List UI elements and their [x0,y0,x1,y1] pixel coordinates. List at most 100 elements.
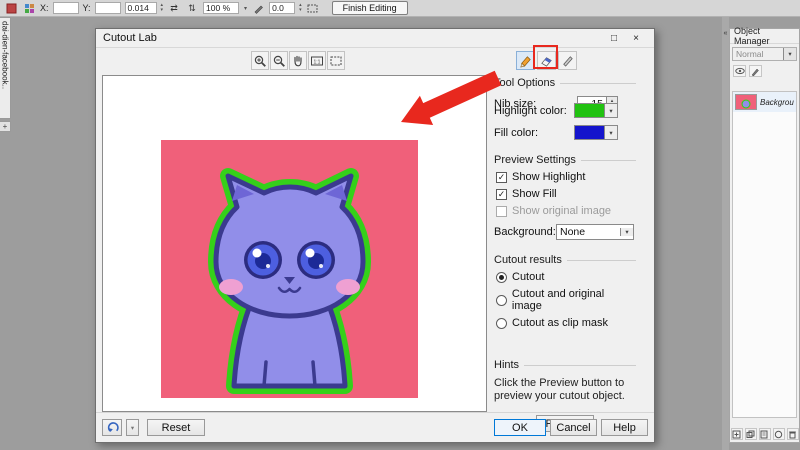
cutout-and-original-radio[interactable] [496,294,507,306]
cancel-button[interactable]: Cancel [550,419,597,436]
mask-mode-icon[interactable] [306,2,320,15]
finish-editing-button[interactable]: Finish Editing [331,1,408,15]
delete-icon[interactable] [786,428,799,440]
section-divider [566,259,636,261]
annotation-highlight-box [533,45,558,69]
close-icon[interactable]: × [625,30,647,47]
zoom-out-icon[interactable] [270,51,288,70]
show-fill-label: Show Fill [512,188,557,200]
eraser-tool-icon[interactable] [558,51,577,70]
help-button[interactable]: Help [601,419,648,436]
brush-icon[interactable] [4,2,18,15]
dialog-title: Cutout Lab [103,32,157,44]
ok-button[interactable]: OK [494,419,546,436]
dialog-toolbar: 1:1 [96,49,654,74]
chevron-down-icon[interactable]: ▾ [604,104,617,117]
screen: X: Y: 0.014 ▴ ▾ ⇄ ⇅ 100 % ▾ 0.0 ▴ ▾ Finish… [0,0,800,450]
y-position-label: Y: [82,3,91,13]
clip-mask-radio-row[interactable]: Cutout as clip mask [496,317,636,329]
chevron-down-icon[interactable]: ▾ [620,228,633,236]
show-fill-checkbox[interactable]: ✓ [496,188,507,200]
zoom-to-fit-icon[interactable] [327,51,345,70]
new-object-icon[interactable] [730,428,743,440]
show-highlight-label: Show Highlight [512,171,586,183]
palette-icon[interactable] [22,2,36,15]
cutout-and-original-label: Cutout and original image [511,288,605,312]
zoom-tool-group: 1:1 [251,51,345,70]
zoom-actual-icon[interactable]: 1:1 [308,51,326,70]
show-highlight-checkbox[interactable]: ✓ [496,171,507,183]
blend-mode-dropdown[interactable]: Normal ▾ [732,47,797,61]
cutout-radio[interactable] [496,271,507,283]
undo-button[interactable] [102,419,122,436]
show-original-checkbox [496,205,507,217]
cutout-lab-dialog: Cutout Lab □ × 1:1 Tool Options Nib size… [95,28,655,443]
layer-name: Background [760,97,794,107]
svg-text:1:1: 1:1 [314,59,321,65]
clip-mask-radio[interactable] [496,317,507,329]
blend-mode-value: Normal [736,49,764,59]
zoom-in-icon[interactable] [251,51,269,70]
angle-field[interactable]: 0.0 [269,2,296,14]
background-row: Background: None ▾ [494,224,636,240]
maximize-icon[interactable]: □ [603,30,625,47]
highlight-color-dropdown[interactable]: ▾ [574,103,618,118]
cutout-radio-row[interactable]: Cutout [496,271,636,283]
flip-vertical-icon[interactable]: ⇅ [185,2,199,15]
chevron-down-icon[interactable]: ▾ [604,126,617,139]
dialog-titlebar[interactable]: Cutout Lab □ × [96,29,654,48]
zoom-level-field[interactable]: 100 % [203,2,240,14]
cutout-results-header: Cutout results [494,254,562,266]
zoom-dropdown-icon[interactable]: ▾ [244,5,247,12]
preview-settings-section: Preview Settings [494,154,636,166]
cat-image [161,140,418,398]
size-field[interactable]: 0.014 [124,2,157,14]
panel-splitter[interactable] [722,17,729,450]
annotation-arrow [396,70,506,130]
edit-across-layers-icon[interactable] [749,65,762,77]
background-label: Background: [494,226,556,238]
show-fill-checkbox-row[interactable]: ✓ Show Fill [496,188,636,200]
object-manager-title: Object Manager [730,26,799,46]
layer-thumbnail [735,94,757,110]
angle-spinner[interactable]: ▴ ▾ [299,3,302,13]
show-original-checkbox-row: Show original image [496,205,636,217]
object-list: Background [732,91,797,418]
section-divider [524,364,636,366]
background-dropdown[interactable]: None ▾ [556,224,634,240]
document-tab[interactable]: dai-dien-facebook.. [0,17,11,119]
hints-header: Hints [494,359,520,371]
pen-settings-icon[interactable] [251,2,265,15]
dialog-bottom-bar: ▾ Reset OK Cancel Help [96,412,654,442]
background-layer-row[interactable]: Background [733,92,796,112]
chevron-down-icon[interactable]: ▾ [783,48,796,60]
cutout-and-original-radio-row[interactable]: Cutout and original image [496,288,636,312]
collapse-panel-icon[interactable]: « [722,30,729,37]
flip-horizontal-icon[interactable]: ⇄ [167,2,181,15]
lens-icon[interactable] [772,428,785,440]
hint-text: Click the Preview button to preview your… [494,377,625,402]
tool-options-section: Tool Options [494,77,636,89]
y-position-field[interactable] [94,2,121,14]
fill-color-dropdown[interactable]: ▾ [574,125,618,140]
new-group-icon[interactable] [744,428,757,440]
cutout-radio-label: Cutout [512,271,545,283]
background-value: None [560,226,586,238]
fill-color-row: Fill color: ▾ [494,125,636,140]
x-position-field[interactable] [52,2,79,14]
visibility-icon[interactable] [733,65,746,77]
pan-hand-icon[interactable] [289,51,307,70]
options-panel: Tool Options Nib size: 15 ▴▾ Highlight c… [494,77,636,432]
hints-section: Hints [494,359,636,371]
x-position-label: X: [40,3,49,13]
preview-settings-header: Preview Settings [494,154,576,166]
duplicate-icon[interactable] [758,428,771,440]
edited-image[interactable] [161,140,418,398]
size-spinner[interactable]: ▴ ▾ [161,3,164,13]
section-divider [560,82,636,84]
show-highlight-checkbox-row[interactable]: ✓ Show Highlight [496,171,636,183]
reset-button[interactable]: Reset [147,419,205,436]
new-document-tab-button[interactable]: + [0,121,11,132]
undo-history-dropdown[interactable]: ▾ [126,419,139,436]
object-manager-bottom-toolbar [730,428,799,440]
